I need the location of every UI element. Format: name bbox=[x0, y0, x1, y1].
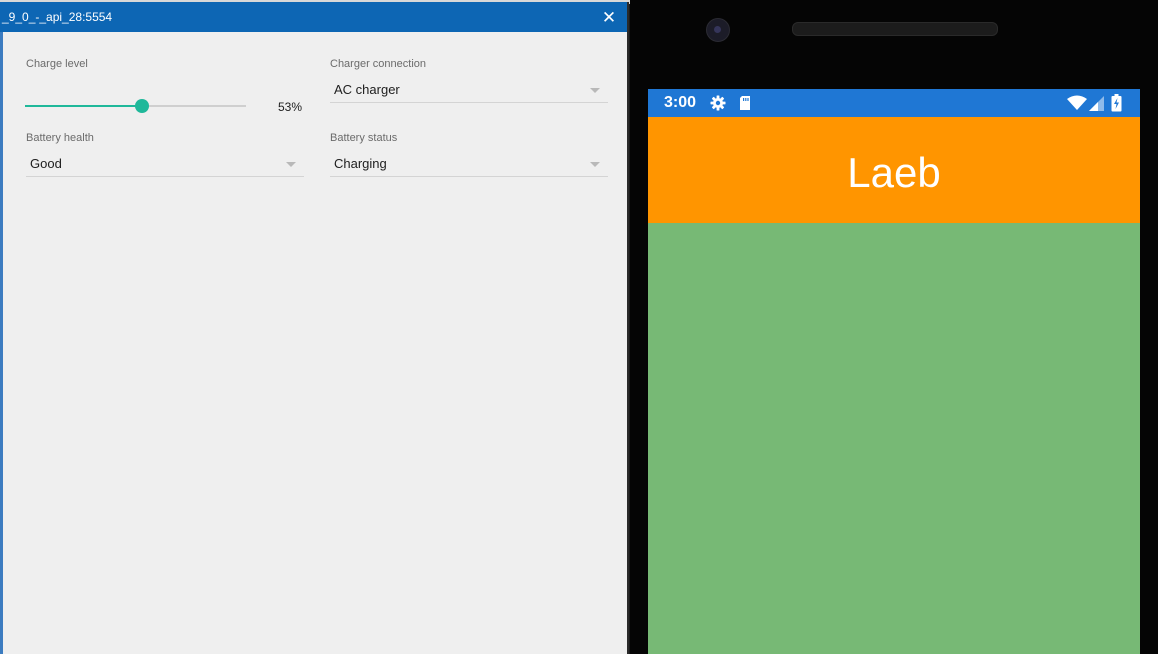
settings-icon bbox=[710, 95, 726, 116]
earpiece-speaker bbox=[792, 22, 998, 36]
status-time: 3:00 bbox=[664, 94, 697, 111]
dropdown-arrow-icon bbox=[590, 162, 600, 167]
window-titlebar[interactable]: _9_0_-_api_28:5554 ✕ bbox=[0, 2, 627, 32]
wifi-icon bbox=[1067, 95, 1087, 116]
app-bar: Laeb bbox=[648, 117, 1140, 223]
charger-connection-value: AC charger bbox=[334, 82, 400, 97]
charge-level-slider[interactable] bbox=[25, 98, 246, 114]
window-title: _9_0_-_api_28:5554 bbox=[2, 10, 113, 24]
slider-fill bbox=[25, 105, 143, 107]
battery-health-label: Battery health bbox=[26, 132, 94, 144]
close-icon[interactable]: ✕ bbox=[597, 5, 621, 29]
sd-card-icon bbox=[738, 95, 752, 116]
battery-status-dropdown[interactable]: Charging bbox=[330, 148, 608, 177]
slider-thumb[interactable] bbox=[135, 99, 150, 113]
dropdown-arrow-icon bbox=[286, 162, 296, 167]
charge-level-value: 53% bbox=[278, 100, 303, 114]
battery-status-value: Charging bbox=[334, 156, 387, 171]
charger-connection-dropdown[interactable]: AC charger bbox=[330, 74, 608, 103]
dropdown-arrow-icon bbox=[590, 88, 600, 93]
status-bar: 3:00 bbox=[648, 89, 1140, 117]
battery-health-dropdown[interactable]: Good bbox=[26, 148, 304, 177]
phone-frame: 3:00 Laeb bbox=[630, 0, 1158, 654]
battery-health-value: Good bbox=[30, 156, 62, 171]
cell-signal-icon bbox=[1089, 96, 1104, 116]
front-camera bbox=[706, 18, 730, 42]
extended-controls-window: _9_0_-_api_28:5554 ✕ Charge level 53% Ch… bbox=[0, 2, 629, 654]
window-left-edge bbox=[0, 32, 3, 654]
battery-charging-icon bbox=[1111, 94, 1122, 117]
battery-status-label: Battery status bbox=[330, 132, 398, 144]
charge-level-label: Charge level bbox=[26, 58, 88, 70]
app-title: Laeb bbox=[847, 149, 941, 196]
phone-screen[interactable]: 3:00 Laeb bbox=[648, 89, 1140, 654]
app-content[interactable] bbox=[648, 223, 1140, 654]
charger-connection-label: Charger connection bbox=[330, 58, 427, 70]
